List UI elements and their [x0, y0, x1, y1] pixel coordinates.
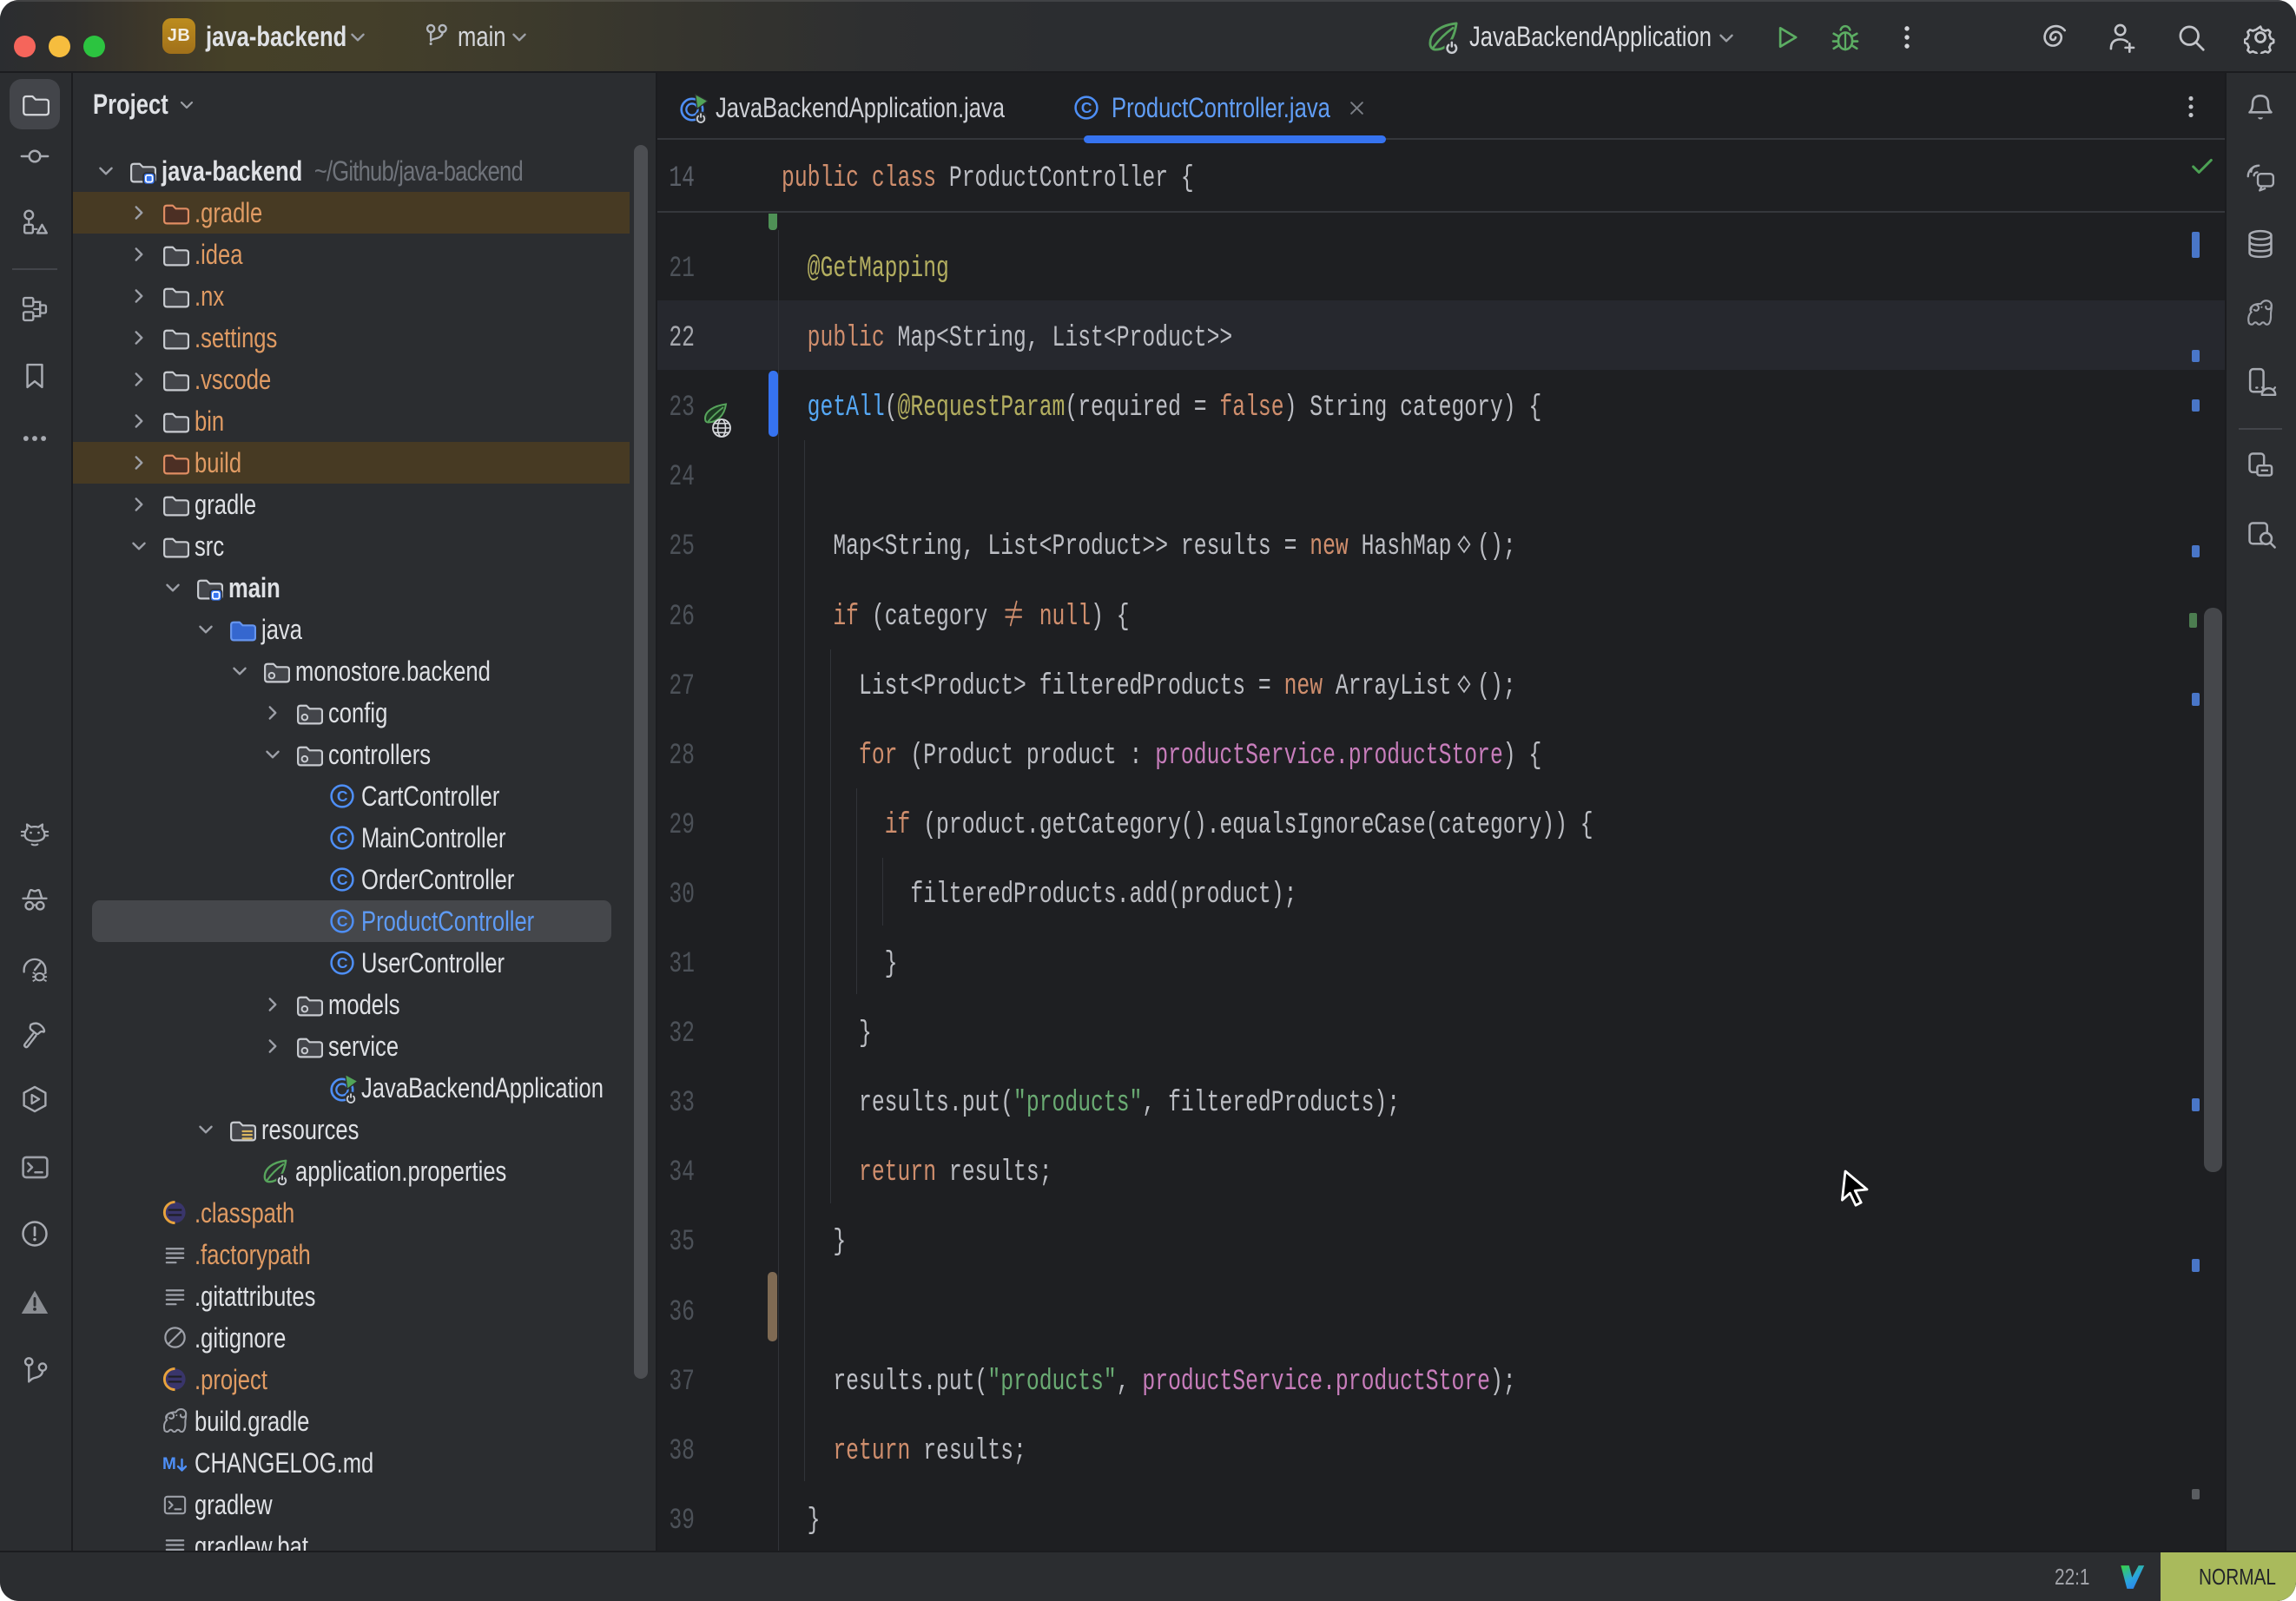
svg-text:C: C: [337, 871, 348, 888]
svg-text:M: M: [162, 1455, 176, 1473]
svg-text:C: C: [337, 913, 348, 930]
svg-text:C: C: [337, 954, 348, 972]
svg-text:C: C: [337, 787, 348, 805]
svg-text:C: C: [1081, 99, 1092, 116]
svg-text:C: C: [337, 829, 348, 847]
